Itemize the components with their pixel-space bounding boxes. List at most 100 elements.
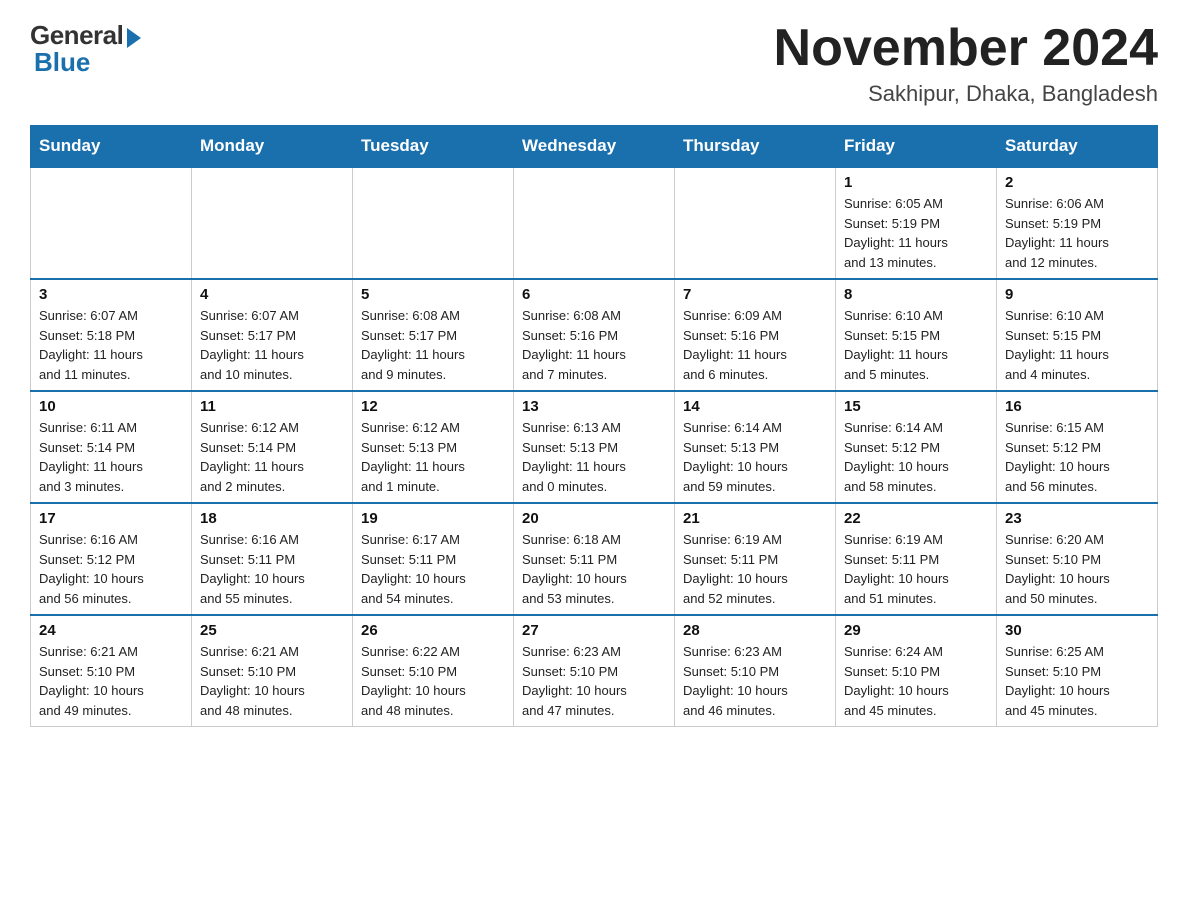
day-info: Sunrise: 6:18 AM Sunset: 5:11 PM Dayligh… xyxy=(522,530,666,608)
day-number: 10 xyxy=(39,398,183,415)
day-info: Sunrise: 6:24 AM Sunset: 5:10 PM Dayligh… xyxy=(844,642,988,720)
day-info: Sunrise: 6:10 AM Sunset: 5:15 PM Dayligh… xyxy=(1005,306,1149,384)
location-title: Sakhipur, Dhaka, Bangladesh xyxy=(774,81,1158,107)
week-row-4: 17 Sunrise: 6:16 AM Sunset: 5:12 PM Dayli… xyxy=(31,503,1158,615)
day-info: Sunrise: 6:20 AM Sunset: 5:10 PM Dayligh… xyxy=(1005,530,1149,608)
day-number: 19 xyxy=(361,510,505,527)
calendar-cell: 16 Sunrise: 6:15 AM Sunset: 5:12 PM Dayli… xyxy=(997,391,1158,503)
calendar-cell: 30Sunrise: 6:25 AM Sunset: 5:10 PM Dayli… xyxy=(997,615,1158,727)
calendar-cell: 3Sunrise: 6:07 AM Sunset: 5:18 PM Daylig… xyxy=(31,279,192,391)
day-info: Sunrise: 6:21 AM Sunset: 5:10 PM Dayligh… xyxy=(39,642,183,720)
day-info: Sunrise: 6:12 AM Sunset: 5:14 PM Dayligh… xyxy=(200,418,344,496)
day-number: 29 xyxy=(844,622,988,639)
calendar-cell: 11 Sunrise: 6:12 AM Sunset: 5:14 PM Dayli… xyxy=(192,391,353,503)
page-header: General Blue November 2024 Sakhipur, Dha… xyxy=(30,20,1158,107)
week-row-1: 1Sunrise: 6:05 AM Sunset: 5:19 PM Daylig… xyxy=(31,167,1158,279)
day-info: Sunrise: 6:16 AM Sunset: 5:12 PM Dayligh… xyxy=(39,530,183,608)
day-number: 11 xyxy=(200,398,344,415)
calendar-header-row: SundayMondayTuesdayWednesdayThursdayFrid… xyxy=(31,126,1158,168)
calendar-cell: 12Sunrise: 6:12 AM Sunset: 5:13 PM Dayli… xyxy=(353,391,514,503)
day-number: 20 xyxy=(522,510,666,527)
day-info: Sunrise: 6:06 AM Sunset: 5:19 PM Dayligh… xyxy=(1005,194,1149,272)
calendar-cell: 6 Sunrise: 6:08 AM Sunset: 5:16 PM Daylig… xyxy=(514,279,675,391)
day-number: 28 xyxy=(683,622,827,639)
calendar-cell xyxy=(192,167,353,279)
day-info: Sunrise: 6:16 AM Sunset: 5:11 PM Dayligh… xyxy=(200,530,344,608)
logo: General Blue xyxy=(30,20,141,78)
day-number: 30 xyxy=(1005,622,1149,639)
day-number: 3 xyxy=(39,286,183,303)
calendar-cell: 19 Sunrise: 6:17 AM Sunset: 5:11 PM Dayli… xyxy=(353,503,514,615)
calendar-cell: 15 Sunrise: 6:14 AM Sunset: 5:12 PM Dayli… xyxy=(836,391,997,503)
calendar-cell: 1Sunrise: 6:05 AM Sunset: 5:19 PM Daylig… xyxy=(836,167,997,279)
title-block: November 2024 Sakhipur, Dhaka, Banglades… xyxy=(774,20,1158,107)
day-info: Sunrise: 6:19 AM Sunset: 5:11 PM Dayligh… xyxy=(683,530,827,608)
calendar-cell: 18 Sunrise: 6:16 AM Sunset: 5:11 PM Dayli… xyxy=(192,503,353,615)
day-info: Sunrise: 6:11 AM Sunset: 5:14 PM Dayligh… xyxy=(39,418,183,496)
weekday-header-friday: Friday xyxy=(836,126,997,168)
weekday-header-sunday: Sunday xyxy=(31,126,192,168)
calendar-cell xyxy=(353,167,514,279)
day-number: 1 xyxy=(844,174,988,191)
day-number: 9 xyxy=(1005,286,1149,303)
day-number: 2 xyxy=(1005,174,1149,191)
week-row-3: 10 Sunrise: 6:11 AM Sunset: 5:14 PM Dayli… xyxy=(31,391,1158,503)
calendar-cell: 20 Sunrise: 6:18 AM Sunset: 5:11 PM Dayli… xyxy=(514,503,675,615)
weekday-header-wednesday: Wednesday xyxy=(514,126,675,168)
calendar-cell: 26 Sunrise: 6:22 AM Sunset: 5:10 PM Dayli… xyxy=(353,615,514,727)
weekday-header-monday: Monday xyxy=(192,126,353,168)
calendar-cell: 4Sunrise: 6:07 AM Sunset: 5:17 PM Daylig… xyxy=(192,279,353,391)
weekday-header-thursday: Thursday xyxy=(675,126,836,168)
day-info: Sunrise: 6:08 AM Sunset: 5:16 PM Dayligh… xyxy=(522,306,666,384)
calendar-cell xyxy=(675,167,836,279)
calendar-cell: 23 Sunrise: 6:20 AM Sunset: 5:10 PM Dayli… xyxy=(997,503,1158,615)
day-info: Sunrise: 6:10 AM Sunset: 5:15 PM Dayligh… xyxy=(844,306,988,384)
calendar-cell xyxy=(31,167,192,279)
day-number: 16 xyxy=(1005,398,1149,415)
day-number: 18 xyxy=(200,510,344,527)
day-number: 14 xyxy=(683,398,827,415)
day-number: 15 xyxy=(844,398,988,415)
day-info: Sunrise: 6:08 AM Sunset: 5:17 PM Dayligh… xyxy=(361,306,505,384)
weekday-header-saturday: Saturday xyxy=(997,126,1158,168)
day-info: Sunrise: 6:14 AM Sunset: 5:12 PM Dayligh… xyxy=(844,418,988,496)
calendar-cell xyxy=(514,167,675,279)
day-info: Sunrise: 6:13 AM Sunset: 5:13 PM Dayligh… xyxy=(522,418,666,496)
calendar-table: SundayMondayTuesdayWednesdayThursdayFrid… xyxy=(30,125,1158,727)
calendar-cell: 9 Sunrise: 6:10 AM Sunset: 5:15 PM Daylig… xyxy=(997,279,1158,391)
day-number: 4 xyxy=(200,286,344,303)
day-number: 25 xyxy=(200,622,344,639)
day-number: 13 xyxy=(522,398,666,415)
calendar-cell: 13 Sunrise: 6:13 AM Sunset: 5:13 PM Dayli… xyxy=(514,391,675,503)
logo-arrow-icon xyxy=(127,28,141,48)
calendar-cell: 29 Sunrise: 6:24 AM Sunset: 5:10 PM Dayli… xyxy=(836,615,997,727)
day-number: 26 xyxy=(361,622,505,639)
calendar-cell: 22Sunrise: 6:19 AM Sunset: 5:11 PM Dayli… xyxy=(836,503,997,615)
calendar-cell: 10 Sunrise: 6:11 AM Sunset: 5:14 PM Dayli… xyxy=(31,391,192,503)
calendar-cell: 25Sunrise: 6:21 AM Sunset: 5:10 PM Dayli… xyxy=(192,615,353,727)
day-number: 21 xyxy=(683,510,827,527)
day-number: 6 xyxy=(522,286,666,303)
week-row-5: 24Sunrise: 6:21 AM Sunset: 5:10 PM Dayli… xyxy=(31,615,1158,727)
calendar-cell: 27 Sunrise: 6:23 AM Sunset: 5:10 PM Dayli… xyxy=(514,615,675,727)
calendar-cell: 24Sunrise: 6:21 AM Sunset: 5:10 PM Dayli… xyxy=(31,615,192,727)
day-info: Sunrise: 6:14 AM Sunset: 5:13 PM Dayligh… xyxy=(683,418,827,496)
day-number: 8 xyxy=(844,286,988,303)
week-row-2: 3Sunrise: 6:07 AM Sunset: 5:18 PM Daylig… xyxy=(31,279,1158,391)
day-number: 27 xyxy=(522,622,666,639)
calendar-cell: 7Sunrise: 6:09 AM Sunset: 5:16 PM Daylig… xyxy=(675,279,836,391)
day-info: Sunrise: 6:15 AM Sunset: 5:12 PM Dayligh… xyxy=(1005,418,1149,496)
day-info: Sunrise: 6:22 AM Sunset: 5:10 PM Dayligh… xyxy=(361,642,505,720)
day-info: Sunrise: 6:09 AM Sunset: 5:16 PM Dayligh… xyxy=(683,306,827,384)
day-info: Sunrise: 6:23 AM Sunset: 5:10 PM Dayligh… xyxy=(522,642,666,720)
calendar-cell: 28Sunrise: 6:23 AM Sunset: 5:10 PM Dayli… xyxy=(675,615,836,727)
calendar-cell: 2 Sunrise: 6:06 AM Sunset: 5:19 PM Daylig… xyxy=(997,167,1158,279)
day-number: 23 xyxy=(1005,510,1149,527)
day-info: Sunrise: 6:17 AM Sunset: 5:11 PM Dayligh… xyxy=(361,530,505,608)
logo-blue-text: Blue xyxy=(30,47,90,78)
day-number: 17 xyxy=(39,510,183,527)
calendar-cell: 5 Sunrise: 6:08 AM Sunset: 5:17 PM Daylig… xyxy=(353,279,514,391)
calendar-cell: 21 Sunrise: 6:19 AM Sunset: 5:11 PM Dayli… xyxy=(675,503,836,615)
day-number: 5 xyxy=(361,286,505,303)
day-info: Sunrise: 6:19 AM Sunset: 5:11 PM Dayligh… xyxy=(844,530,988,608)
